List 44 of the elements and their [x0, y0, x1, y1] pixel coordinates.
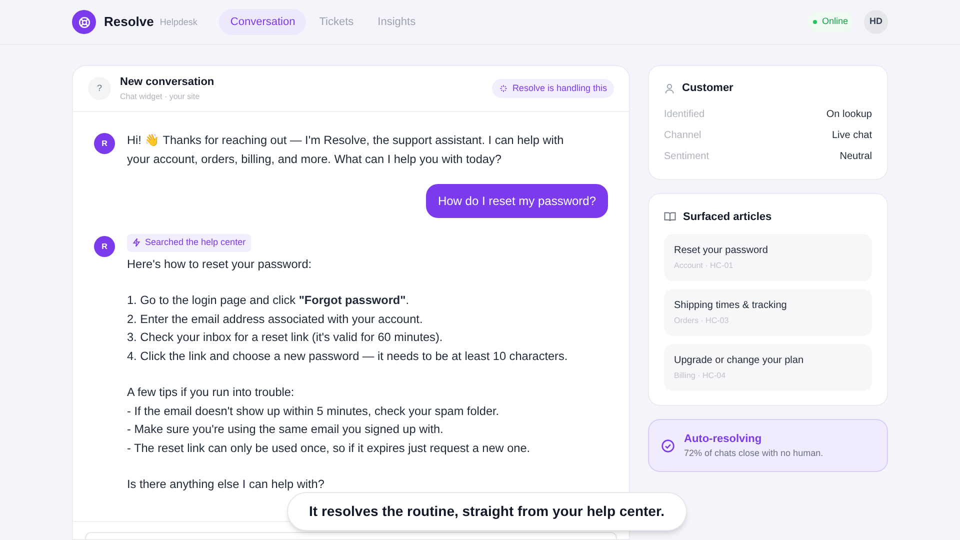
check-circle-icon [661, 438, 675, 452]
message-text: Is there anything else I can help with? [127, 476, 326, 493]
nav-tab[interactable]: Conversation [219, 8, 306, 36]
search-tag: Searched the help center [127, 234, 251, 252]
message-text: 4. Click the link and choose a new password — it needs to be at least 10 characters. [127, 348, 568, 364]
sparkle-icon [499, 84, 508, 93]
message-text: - If the email doesn't show up within 5 minutes, check your spam folder. [127, 402, 500, 420]
card-title: Customer [682, 81, 734, 96]
message-text: A few tips if you run into trouble: [127, 384, 296, 401]
message-text: Hi! 👋 Thanks for reaching out — I'm Resolve, the support assistant. I can help with your account, orders, billing, and more. What can I help you with today? [127, 132, 565, 168]
auto-text: 72% of chats close with no human. [684, 447, 824, 460]
field-label: Channel [664, 128, 702, 142]
status-label: Online [822, 15, 848, 28]
brand-subtitle: Helpdesk [160, 16, 198, 30]
user-message: How do I reset my password? [426, 184, 608, 218]
logo-icon [72, 10, 96, 34]
conversation-subtitle: Chat widget · your site [120, 90, 201, 103]
conversation-title: New conversation [120, 75, 214, 90]
article-title: Shipping times & tracking [674, 299, 788, 313]
field-label: Identified [664, 108, 705, 122]
brand-name: Resolve [104, 13, 154, 32]
field-label: Sentiment [664, 150, 710, 164]
message-text: 2. Enter the email address associated with your account. [127, 310, 424, 328]
message-text: 1. Go to the login page and click "Forgot password". [127, 292, 410, 309]
field-value: Neutral [840, 150, 872, 164]
message-text: - Make sure you're using the same email you signed up with. [127, 421, 444, 438]
lightning-icon [132, 238, 141, 248]
handling-badge: Resolve is handling this [492, 78, 614, 98]
visitor-avatar: ? [88, 77, 111, 100]
card-title: Surfaced articles [683, 210, 772, 224]
field-value: On lookup [826, 108, 872, 122]
assistant-avatar: R [94, 133, 115, 154]
message-text: Here's how to reset your password: [127, 256, 313, 272]
user-avatar[interactable]: HD [864, 10, 888, 34]
article-title: Upgrade or change your plan [674, 354, 805, 368]
article-title: Reset your password [674, 244, 769, 258]
person-icon [664, 82, 675, 94]
auto-title: Auto-resolving [684, 432, 763, 446]
message-text: - The reset link can only be used once, so if it expires just request a new one. [127, 440, 532, 456]
field-value: Live chat [832, 128, 872, 142]
message-text: 3. Check your inbox for a reset link (it's valid for 60 minutes). [127, 329, 444, 346]
caption-banner: It resolves the routine, straight from your help center. [287, 492, 687, 531]
book-icon [664, 211, 676, 222]
assistant-avatar: R [94, 236, 115, 257]
